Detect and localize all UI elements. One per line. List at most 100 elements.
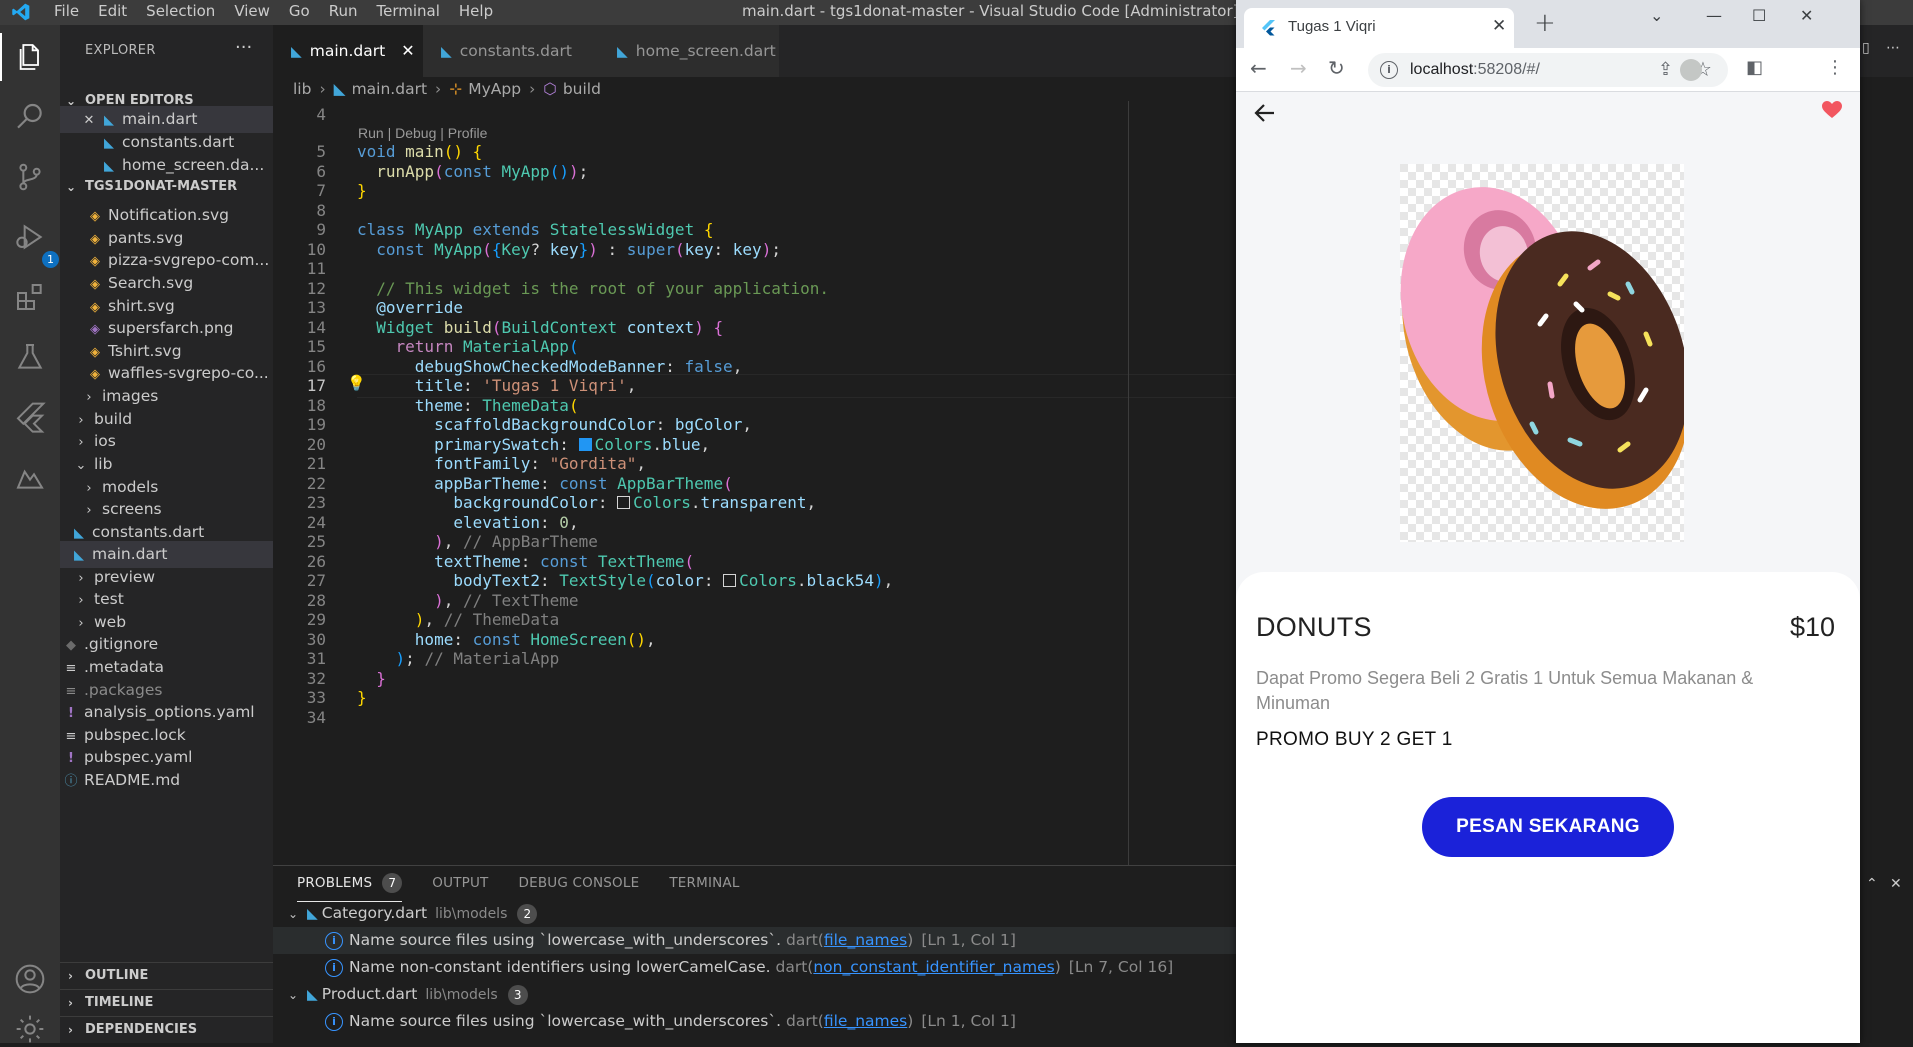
menu-kebab-icon[interactable]: ⋮ (1826, 57, 1844, 78)
problem-item[interactable]: i Name source files using `lowercase_with… (273, 1008, 1236, 1035)
tab-constants-dart[interactable]: ◣ constants.dart (423, 25, 599, 77)
tab-search-icon[interactable]: ⌄ (1650, 6, 1663, 25)
project-header[interactable]: ⌄ TGS1DONAT-MASTER (60, 176, 273, 198)
problem-item[interactable]: i Name non-constant identifiers using low… (273, 954, 1236, 981)
code-editor[interactable]: 4 Run | Debug | Profile 5 6 7 8 9 10 11 … (273, 101, 1236, 865)
tab-problems[interactable]: PROBLEMS 7 (297, 873, 403, 902)
tree-item[interactable]: ⓘ README.md (60, 767, 273, 794)
problem-group[interactable]: ⌄ ◣ Category.dart lib\models 2 (273, 900, 1236, 927)
menu-run[interactable]: Run (329, 2, 358, 20)
extensions-icon[interactable] (12, 279, 48, 315)
code-line: @override (376, 298, 463, 317)
forward-nav-icon[interactable]: → (1290, 56, 1307, 80)
source-control-icon[interactable] (12, 159, 48, 195)
dart-file-icon: ◣ (307, 987, 318, 1003)
chevron-right-icon: › (68, 996, 73, 1010)
open-editor-home-screen[interactable]: ◣ home_screen.da... (60, 152, 273, 179)
tree-item-label: models (102, 478, 159, 496)
code-line: return MaterialApp( (395, 337, 579, 356)
browser-tab[interactable]: Tugas 1 Viqri ✕ (1244, 8, 1514, 48)
tab-main-dart[interactable]: ◣ main.dart ✕ (273, 25, 423, 77)
problem-item[interactable]: i Name source files using `lowercase_with… (273, 927, 1236, 954)
testing-icon[interactable] (12, 339, 48, 375)
share-icon[interactable]: ⇪ (1658, 59, 1673, 80)
outline-section[interactable]: › OUTLINE (60, 962, 273, 988)
menu-file[interactable]: File (54, 2, 79, 20)
settings-gear-icon[interactable] (12, 1011, 48, 1047)
menu-view[interactable]: View (234, 2, 270, 20)
line-number: 29 (306, 610, 326, 629)
chevron-down-icon: ⌄ (66, 180, 77, 194)
menu-selection[interactable]: Selection (146, 2, 215, 20)
chevron-right-icon: › (529, 80, 536, 98)
donut-product-image (1400, 164, 1684, 542)
profile-avatar[interactable] (1680, 59, 1702, 81)
run-debug-icon[interactable]: 1 (12, 219, 59, 268)
problem-group[interactable]: ⌄ ◣ Product.dart lib\models 3 (273, 981, 1236, 1008)
close-icon[interactable]: ✕ (401, 41, 414, 60)
back-nav-icon[interactable]: ← (1250, 56, 1267, 80)
timeline-section[interactable]: › TIMELINE (60, 989, 273, 1015)
dependencies-section[interactable]: › DEPENDENCIES (60, 1016, 273, 1042)
favorite-heart-icon[interactable] (1822, 100, 1842, 125)
minimize-icon[interactable]: — (1706, 6, 1722, 25)
code-line: runApp(const MyApp()); (376, 162, 589, 181)
reload-icon[interactable]: ↻ (1328, 56, 1345, 80)
breadcrumb-item[interactable]: main.dart (352, 80, 427, 98)
breadcrumb-item[interactable]: MyApp (468, 80, 521, 98)
tab-label: PROBLEMS (297, 875, 373, 891)
tab-debug-console[interactable]: DEBUG CONSOLE (519, 875, 640, 891)
url-host: localhost (1410, 61, 1474, 78)
flutter-icon[interactable] (12, 399, 48, 435)
close-tab-icon[interactable]: ✕ (1492, 16, 1506, 36)
dart-file-icon: ◣ (291, 44, 302, 60)
tab-label: constants.dart (459, 42, 572, 60)
accounts-icon[interactable] (12, 961, 48, 997)
explorer-icon[interactable] (0, 33, 48, 81)
search-icon[interactable] (12, 99, 48, 135)
side-panel-icon[interactable]: ◧ (1746, 57, 1763, 78)
browser-window: Tugas 1 Viqri ✕ + ⌄ — ☐ ✕ ← → ↻ i localh… (1236, 0, 1860, 1043)
site-info-icon[interactable]: i (1380, 61, 1398, 79)
tree-item-label: preview (94, 568, 156, 586)
address-bar[interactable]: i localhost:58208/#/ ⇪ ☆ (1368, 53, 1728, 87)
tree-item-label: Tshirt.svg (108, 342, 182, 360)
maximize-icon[interactable]: ☐ (1752, 6, 1766, 25)
tab-output[interactable]: OUTPUT (432, 875, 488, 891)
code-line: ); // MaterialApp (395, 649, 560, 668)
close-window-icon[interactable]: ✕ (1800, 6, 1813, 25)
menu-help[interactable]: Help (459, 2, 493, 20)
tree-item-label: .gitignore (84, 635, 159, 653)
maximize-panel-icon[interactable]: ⌃ (1866, 876, 1878, 892)
explorer-title: EXPLORER (85, 43, 156, 58)
menu-go[interactable]: Go (289, 2, 310, 20)
more-actions-icon[interactable]: ··· (235, 37, 252, 58)
back-arrow-icon[interactable] (1254, 98, 1276, 131)
problem-code-link[interactable]: file_names (824, 931, 907, 949)
split-editor-icon[interactable]: ▯ (1862, 40, 1870, 56)
line-number: 9 (316, 220, 326, 239)
problem-code-link[interactable]: file_names (824, 1012, 907, 1030)
remote-explorer-icon[interactable] (12, 459, 48, 495)
menu-edit[interactable]: Edit (98, 2, 127, 20)
chevron-right-icon: › (68, 1023, 73, 1037)
problem-code-link[interactable]: non_constant_identifier_names (813, 958, 1054, 976)
tab-terminal[interactable]: TERMINAL (669, 875, 739, 891)
menu-terminal[interactable]: Terminal (377, 2, 440, 20)
tree-item-label: main.dart (92, 545, 168, 563)
tree-item-label: lib (94, 455, 113, 473)
close-panel-icon[interactable]: ✕ (1890, 876, 1902, 892)
breadcrumb-item[interactable]: build (563, 80, 601, 98)
code-line: const MyApp({Key? key}) : super(key: key… (376, 240, 781, 259)
line-number: 26 (306, 552, 326, 571)
more-actions-icon[interactable]: ⋯ (1886, 40, 1900, 56)
code-line: } (357, 181, 367, 200)
new-tab-icon[interactable]: + (1534, 8, 1556, 38)
order-now-button[interactable]: PESAN SEKARANG (1422, 797, 1674, 857)
project-label: TGS1DONAT-MASTER (85, 179, 238, 194)
flutter-app-viewport: DONUTS $10 Dapat Promo Segera Beli 2 Gra… (1236, 92, 1860, 1043)
code-line: title: 'Tugas 1 Viqri', (414, 376, 637, 395)
tab-home-screen-dart[interactable]: ◣ home_screen.dart (599, 25, 779, 77)
breadcrumb-item[interactable]: lib (293, 80, 311, 98)
codelens-run-debug[interactable]: Run | Debug | Profile (358, 125, 487, 141)
